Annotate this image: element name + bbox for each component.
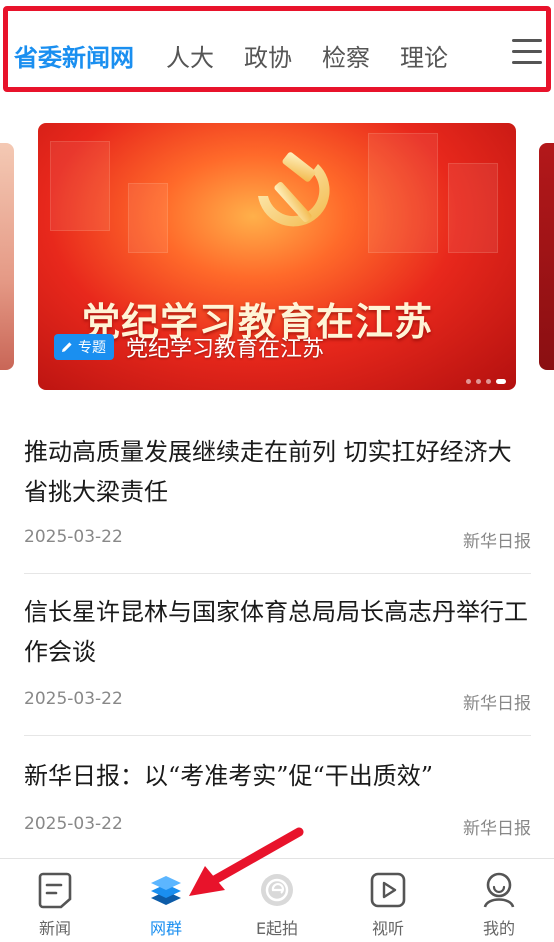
profile-icon bbox=[483, 872, 515, 908]
party-emblem-icon bbox=[258, 152, 330, 227]
news-title: 推动高质量发展继续走在前列 切实扛好经济大省挑大梁责任 bbox=[24, 438, 512, 506]
carousel-dot[interactable] bbox=[466, 379, 471, 384]
tab-renda[interactable]: 人大 bbox=[166, 38, 214, 73]
news-date: 2025-03-22 bbox=[24, 689, 123, 709]
banner-caption-row: 专题 党纪学习教育在江苏 bbox=[54, 331, 324, 363]
news-date: 2025-03-22 bbox=[24, 814, 123, 834]
tab-label: 视听 bbox=[371, 919, 404, 938]
tab-zhengxie[interactable]: 政协 bbox=[244, 38, 292, 73]
tab-provincial-news[interactable]: 省委新闻网 bbox=[14, 38, 134, 73]
tab-label: 我的 bbox=[482, 919, 515, 938]
tab-mine[interactable]: 我的 bbox=[444, 859, 554, 942]
hamburger-menu-icon[interactable] bbox=[512, 39, 542, 65]
topic-badge: 专题 bbox=[54, 334, 114, 360]
news-doc-icon bbox=[38, 872, 72, 909]
news-source: 新华日报 bbox=[463, 532, 531, 552]
banner-carousel[interactable]: 党纪学习教育在江苏 专题 党纪学习教育在江苏 bbox=[38, 123, 516, 390]
news-meta: 2025-03-22 新华日报 bbox=[24, 527, 531, 552]
news-source: 新华日报 bbox=[463, 694, 531, 714]
news-source: 新华日报 bbox=[463, 819, 531, 839]
tab-lilun[interactable]: 理论 bbox=[400, 38, 448, 73]
prev-slide-peek[interactable] bbox=[0, 143, 14, 370]
tab-jiancha[interactable]: 检察 bbox=[322, 38, 370, 73]
news-item[interactable]: 推动高质量发展继续走在前列 切实扛好经济大省挑大梁责任 2025-03-22 新… bbox=[24, 412, 531, 574]
news-item[interactable]: 信长星许昆林与国家体育总局局长高志丹举行工作会谈 2025-03-22 新华日报 bbox=[24, 574, 531, 736]
news-title: 新华日报：以“考准考实”促“干出质效” bbox=[24, 762, 434, 790]
pencil-icon bbox=[62, 342, 72, 352]
channel-tabs: 省委新闻网 人大 政协 检察 理论 bbox=[14, 30, 478, 80]
tab-label: 网群 bbox=[149, 919, 182, 938]
news-date: 2025-03-22 bbox=[24, 527, 123, 547]
tab-news[interactable]: 新闻 bbox=[0, 859, 110, 942]
banner-caption: 党纪学习教育在江苏 bbox=[126, 337, 325, 362]
channel-bar: 省委新闻网 人大 政协 检察 理论 bbox=[0, 0, 554, 108]
carousel-dots bbox=[461, 379, 506, 384]
play-icon bbox=[370, 872, 406, 908]
news-list: 推动高质量发展继续走在前列 切实扛好经济大省挑大梁责任 2025-03-22 新… bbox=[24, 412, 531, 862]
next-slide-peek[interactable] bbox=[539, 143, 554, 370]
badge-label: 专题 bbox=[78, 340, 106, 356]
news-meta: 2025-03-22 新华日报 bbox=[24, 689, 531, 714]
news-title: 信长星许昆林与国家体育总局局长高志丹举行工作会谈 bbox=[24, 598, 528, 666]
tab-shiting[interactable]: 视听 bbox=[333, 859, 443, 942]
carousel-dot[interactable] bbox=[476, 379, 481, 384]
annotation-arrow-icon bbox=[189, 827, 304, 896]
tab-label: E起拍 bbox=[255, 919, 299, 938]
carousel-dot-active[interactable] bbox=[496, 379, 506, 384]
carousel-dot[interactable] bbox=[486, 379, 491, 384]
tab-label: 新闻 bbox=[38, 919, 71, 938]
